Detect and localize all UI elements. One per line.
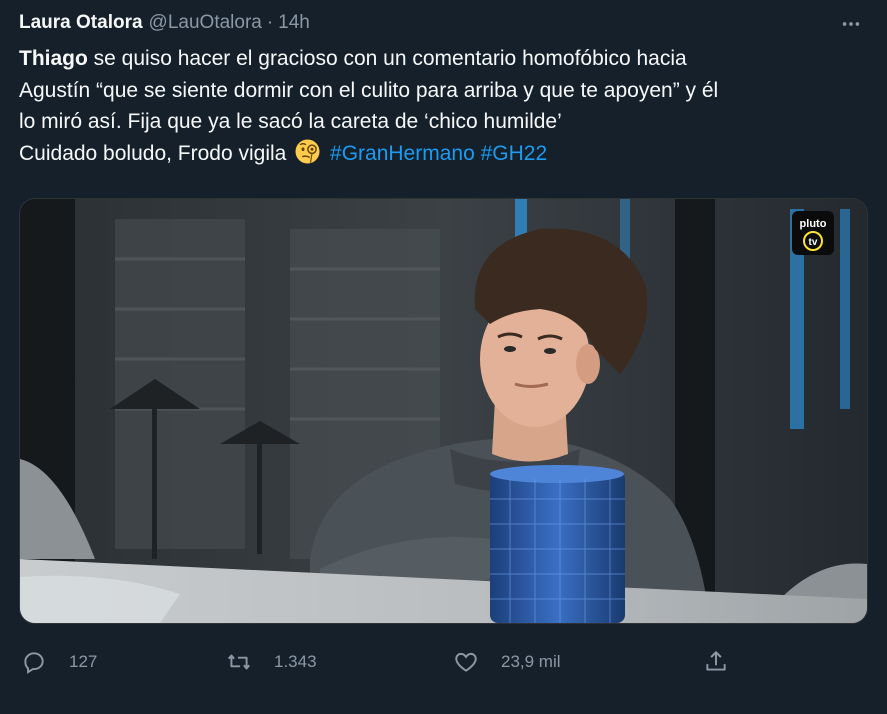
hashtag-granhermano[interactable]: #GranHermano: [330, 142, 475, 165]
text-line-1: se quiso hacer el gracioso con un coment…: [87, 47, 687, 70]
retweet-icon: [227, 654, 251, 670]
tweet-media[interactable]: pluto tv: [19, 198, 868, 624]
hashtag-gh22[interactable]: #GH22: [481, 142, 548, 165]
text-line-4: Cuidado boludo, Frodo vigila: [19, 141, 287, 165]
reply-icon: [24, 652, 44, 674]
retweet-count: 1.343: [274, 652, 317, 671]
reply-button[interactable]: 127: [21, 642, 97, 682]
face-with-monocle-icon: [294, 138, 321, 165]
author-name[interactable]: Laura Otalora: [19, 12, 143, 34]
tweet-timestamp[interactable]: 14h: [278, 12, 310, 34]
mention-name: Thiago: [19, 47, 88, 70]
like-button[interactable]: 23,9 mil: [453, 642, 561, 682]
tweet-text: Thiago se quiso hacer el gracioso con un…: [19, 43, 869, 169]
text-line-3: lo miró así. Fija que ya le sacó la care…: [19, 110, 562, 133]
watermark-pluto: pluto: [800, 218, 827, 230]
video-frame: pluto tv: [20, 199, 867, 623]
action-bar: 127 1.343 23,9 mil: [0, 642, 887, 682]
pluto-tv-logo: pluto tv: [792, 211, 834, 255]
like-count: 23,9 mil: [501, 652, 561, 671]
retweet-button[interactable]: 1.343: [226, 642, 317, 682]
reply-count: 127: [69, 652, 98, 671]
tweet-header: Laura Otalora @LauOtalora · 14h: [19, 9, 868, 37]
watermark-tv: tv: [809, 237, 818, 248]
more-options-icon[interactable]: [838, 11, 864, 37]
share-icon: [706, 651, 726, 671]
separator-dot: ·: [266, 12, 274, 33]
text-line-2: Agustín “que se siente dormir con el cul…: [19, 78, 719, 102]
heart-icon: [455, 652, 477, 672]
share-button[interactable]: [703, 642, 751, 682]
author-handle[interactable]: @LauOtalora: [149, 12, 262, 34]
